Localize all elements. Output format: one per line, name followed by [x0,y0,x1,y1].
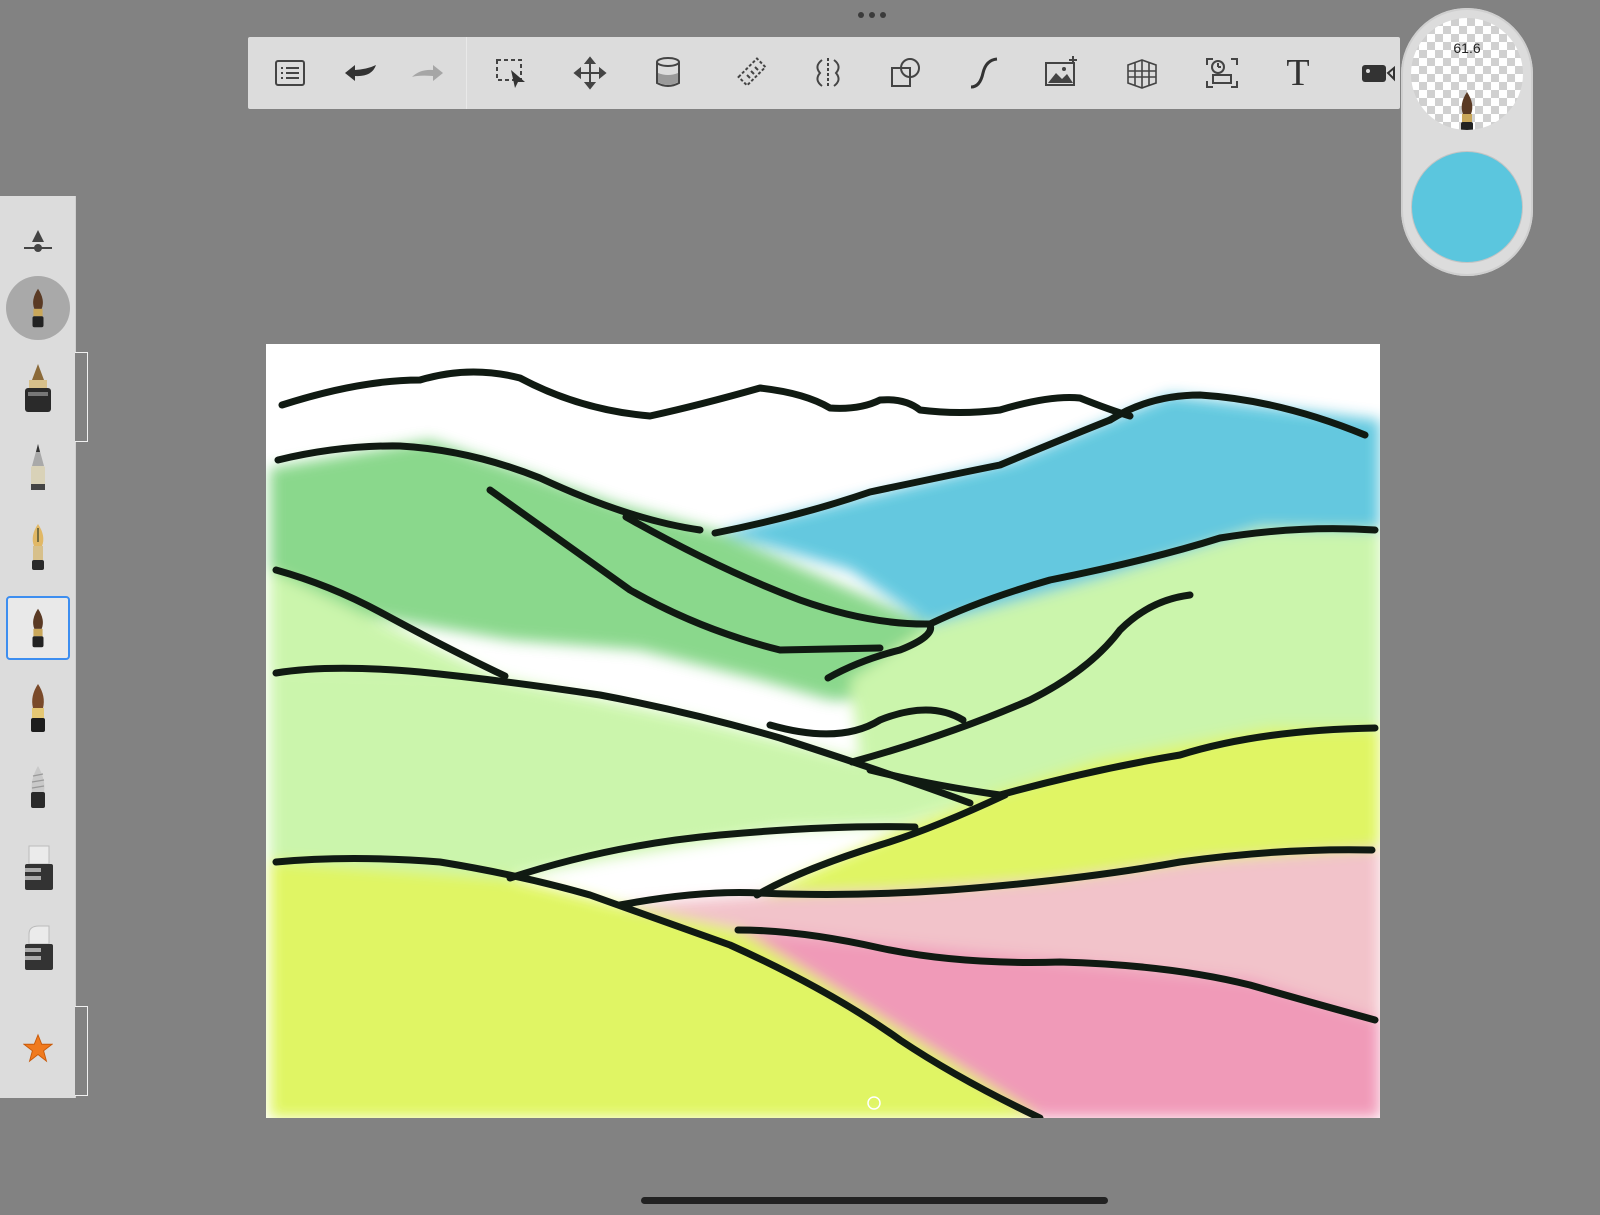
curve-icon[interactable] [962,51,1006,95]
airbrush-brush[interactable] [6,756,70,820]
eraser-hard-brush[interactable] [6,836,70,900]
brush-size-value: 61.6 [1453,40,1481,56]
brush-palette [0,196,76,1098]
landscape-drawing [270,368,1380,1118]
transform-icon[interactable] [568,51,612,95]
timelapse-icon[interactable] [1200,51,1244,95]
brush-puck: 61.6 [1401,8,1533,276]
layer-list-icon[interactable] [268,51,312,95]
paintbrush-brush[interactable] [6,596,70,660]
star-icon[interactable] [6,1016,70,1080]
shape-icon[interactable] [884,51,928,95]
more-options-handle[interactable] [858,12,892,22]
color-swatch-button[interactable] [1411,151,1523,263]
redo-icon[interactable] [406,51,450,95]
toolbar-divider [466,37,467,109]
eraser-soft-brush[interactable] [6,916,70,980]
ink-pen-brush[interactable] [6,356,70,420]
fill-icon[interactable] [646,51,690,95]
paintbrush-icon [1461,92,1473,130]
drawing-canvas[interactable] [266,344,1380,1118]
palette-scroll-tab-bottom[interactable] [75,1006,88,1096]
selection-icon[interactable] [490,51,534,95]
current-brush[interactable] [6,276,70,340]
top-toolbar: T [248,37,1400,109]
ruler-icon[interactable] [730,51,774,95]
pencil-brush[interactable] [6,436,70,500]
marker-brush[interactable] [6,676,70,740]
video-icon[interactable] [1356,51,1400,95]
perspective-icon[interactable] [1120,51,1164,95]
text-icon[interactable]: T [1276,51,1320,95]
layer-brush-puck[interactable]: 61.6 [1411,18,1523,130]
home-indicator[interactable] [641,1197,1108,1204]
undo-icon[interactable] [338,51,382,95]
palette-scroll-tab-top[interactable] [75,352,88,442]
symmetry-icon[interactable] [806,51,850,95]
fountain-pen-brush[interactable] [6,516,70,580]
brush-properties-icon[interactable] [6,210,70,274]
image-add-icon[interactable] [1040,51,1084,95]
